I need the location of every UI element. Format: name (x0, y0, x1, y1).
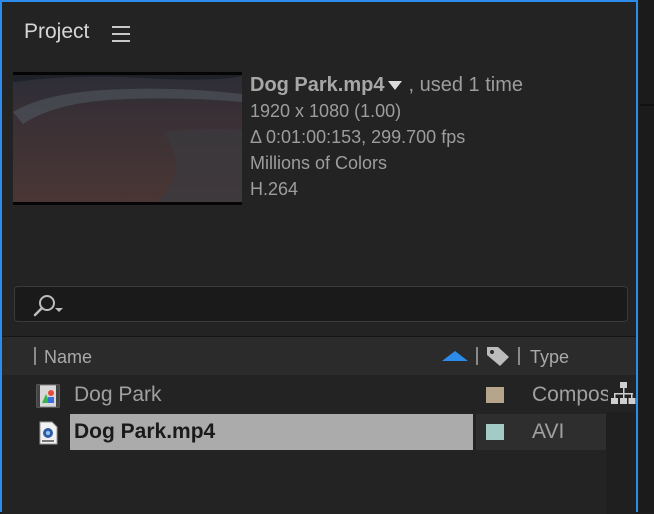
usage-text: , used 1 time (408, 74, 523, 96)
footage-colors: Millions of Colors (250, 153, 388, 173)
tag-icon[interactable] (485, 345, 511, 367)
scrollbar-track[interactable] (606, 412, 636, 514)
dropdown-arrow-icon[interactable] (388, 80, 403, 90)
column-header: Name Type (2, 336, 636, 376)
sort-ascending-icon[interactable] (442, 351, 468, 361)
column-divider[interactable] (518, 347, 520, 365)
video-file-icon (39, 421, 58, 445)
column-divider[interactable] (476, 347, 478, 365)
column-name[interactable]: Name (44, 347, 92, 368)
panel-header: Project (2, 2, 636, 64)
footage-codec: H.264 (250, 179, 299, 199)
label-color-swatch[interactable] (486, 387, 504, 403)
footage-filename: Dog Park.mp4 (250, 74, 385, 96)
panel-title[interactable]: Project (24, 20, 89, 44)
list-item-dog-park-mp4[interactable]: Dog Park.mp4 AVI (2, 414, 606, 450)
footage-thumbnail (13, 72, 242, 205)
footage-resolution: 1920 x 1080 (1.00) (250, 101, 402, 121)
project-panel: Project Dog Park.mp4 , used 1 time 1920 … (0, 0, 638, 514)
search-field[interactable] (14, 286, 628, 322)
project-item-list: Dog Park Composition Dog Park.mp4 AVI (2, 375, 636, 514)
list-item-dog-park[interactable]: Dog Park Composition (2, 377, 608, 413)
search-icon[interactable] (29, 292, 65, 318)
column-type[interactable]: Type (530, 347, 569, 368)
footage-info: Dog Park.mp4 , used 1 time 1920 x 1080 (… (250, 72, 523, 202)
label-color-swatch[interactable] (486, 424, 504, 440)
column-divider[interactable] (34, 347, 36, 365)
hamburger-menu-icon[interactable] (112, 26, 130, 42)
footage-duration: Δ 0:01:00:153, 299.700 fps (250, 127, 466, 147)
list-item-name: Dog Park (74, 383, 162, 406)
list-item-type: AVI (532, 420, 565, 443)
adjacent-panel-edge (640, 0, 654, 512)
composition-icon (36, 384, 60, 408)
list-item-name: Dog Park.mp4 (74, 420, 216, 443)
flowchart-icon[interactable] (610, 381, 636, 407)
list-item-type: Composition (532, 383, 608, 406)
